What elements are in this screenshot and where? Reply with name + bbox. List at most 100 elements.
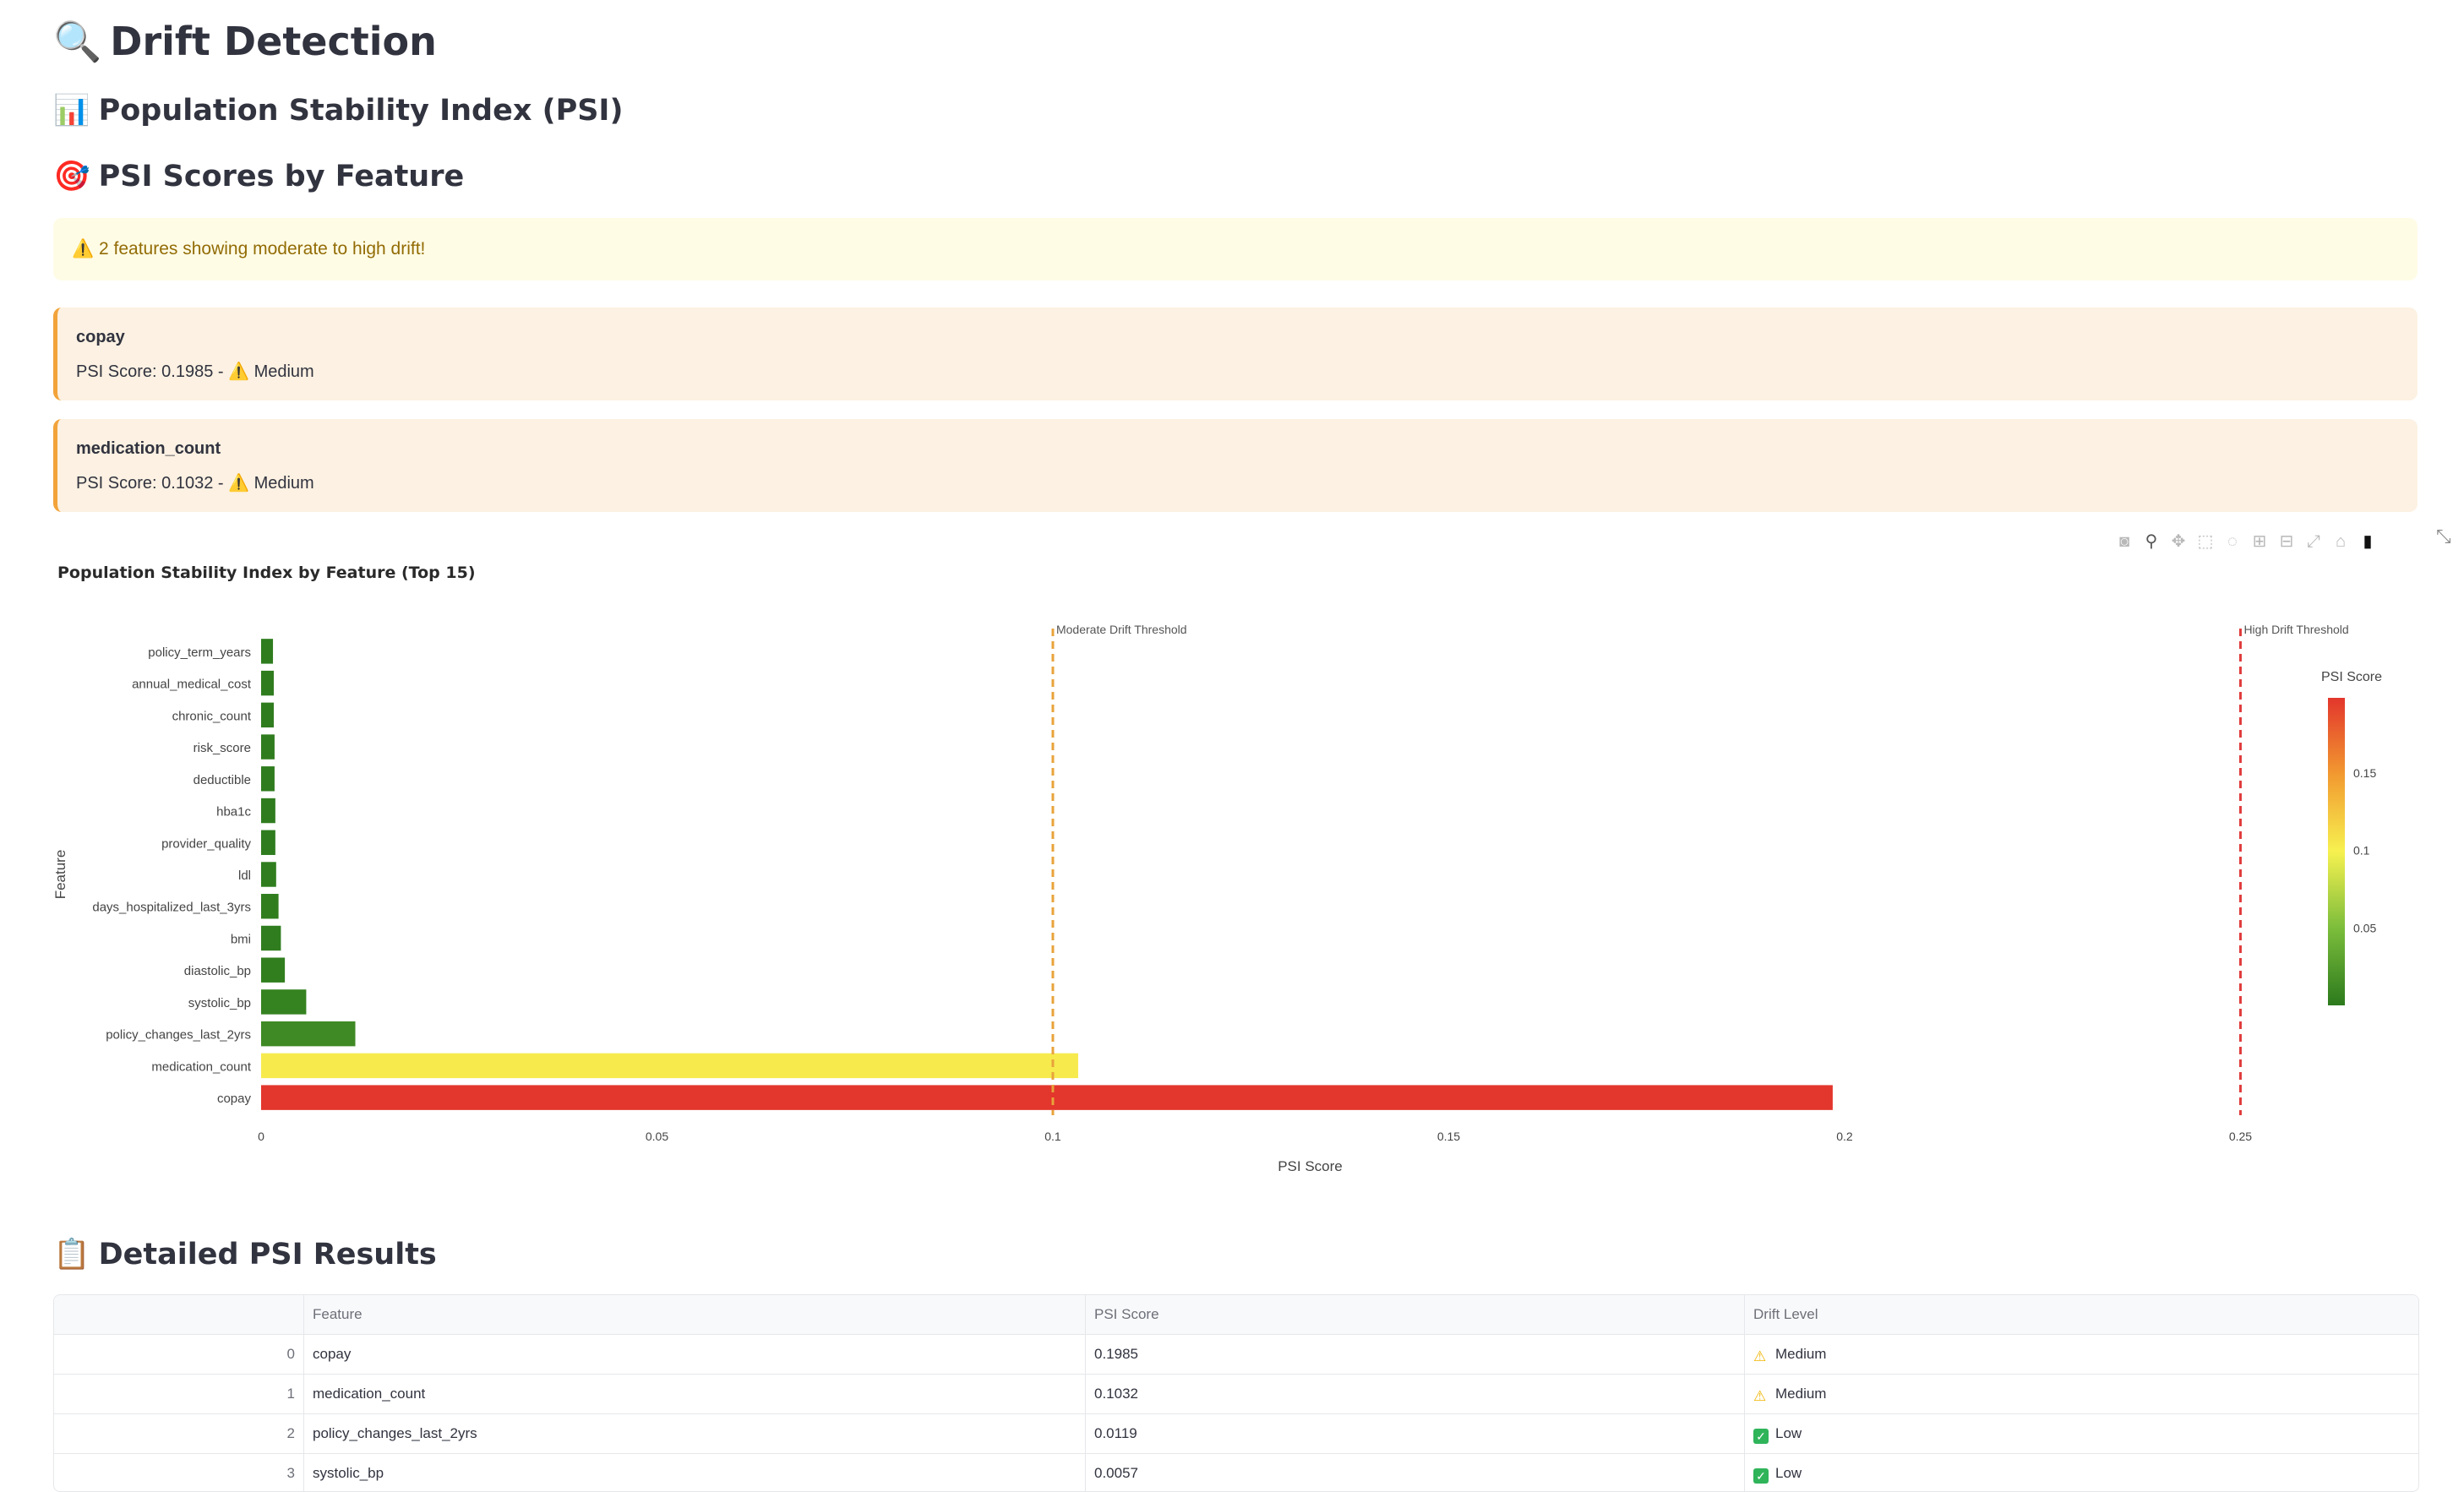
- y-tick-label: chronic_count: [172, 709, 252, 723]
- drift-card-feature: copay: [76, 328, 125, 346]
- bar-policy_term_years: [261, 639, 274, 664]
- column-header-feature[interactable]: Feature: [304, 1295, 1086, 1334]
- row-index: 3: [54, 1454, 304, 1491]
- reset-icon[interactable]: ⌂: [2331, 532, 2350, 551]
- bar-hba1c: [261, 798, 275, 824]
- colorbar-tick-label: 0.1: [2353, 844, 2370, 858]
- x-axis-title: PSI Score: [1278, 1158, 1343, 1174]
- colorbar: [2328, 698, 2345, 1005]
- chart-title: Population Stability Index by Feature (T…: [57, 564, 476, 582]
- x-tick-label: 0.1: [1044, 1130, 1061, 1143]
- y-tick-label: diastolic_bp: [184, 964, 251, 978]
- cell-feature: copay: [304, 1335, 1086, 1374]
- cell-psi-score: 0.1985: [1086, 1335, 1745, 1374]
- fullscreen-icon[interactable]: ⤡: [2436, 525, 2451, 547]
- y-tick-label: hba1c: [216, 805, 251, 820]
- warning-icon: ⚠: [1753, 1348, 1767, 1364]
- section-heading-psi: 📊 Population Stability Index (PSI): [53, 94, 624, 128]
- warning-icon: ⚠️: [228, 474, 250, 493]
- zoom-in-icon[interactable]: ⊞: [2250, 532, 2269, 551]
- x-tick-label: 0.15: [1437, 1130, 1460, 1143]
- cell-drift-level: ⚠ Medium: [1745, 1375, 2418, 1413]
- alert-text: 2 features showing moderate to high drif…: [99, 239, 426, 259]
- cell-drift-level: ⚠ Medium: [1745, 1335, 2418, 1374]
- x-tick-label: 0.25: [2229, 1130, 2252, 1143]
- row-index: 2: [54, 1414, 304, 1453]
- psi-results-table: Feature PSI Score Drift Level 0 copay 0.…: [53, 1294, 2419, 1492]
- zoom-icon[interactable]: ⚲: [2142, 532, 2161, 551]
- y-axis-title: Feature: [53, 850, 68, 900]
- drift-warning-alert: ⚠️ 2 features showing moderate to high d…: [53, 218, 2418, 280]
- x-tick-label: 0: [258, 1130, 264, 1143]
- cell-drift-level: ✓ Low: [1745, 1414, 2418, 1453]
- check-icon: ✓: [1753, 1429, 1769, 1444]
- bar-deductible: [261, 766, 275, 792]
- y-tick-label: annual_medical_cost: [132, 678, 252, 692]
- psi-bar-chart: Population Stability Index by Feature (T…: [52, 564, 2382, 1174]
- drift-card-score: PSI Score: 0.1032 - ⚠️ Medium: [76, 474, 314, 493]
- table-row[interactable]: 1 medication_count 0.1032 ⚠ Medium: [54, 1375, 2418, 1414]
- column-header-psi-score[interactable]: PSI Score: [1086, 1295, 1745, 1334]
- row-index: 1: [54, 1375, 304, 1413]
- threshold-label: High Drift Threshold: [2243, 623, 2348, 636]
- bar-risk_score: [261, 734, 275, 760]
- bar-systolic_bp: [261, 989, 307, 1015]
- y-tick-label: policy_term_years: [148, 645, 251, 660]
- bar-policy_changes_last_2yrs: [261, 1021, 356, 1047]
- bar-days_hospitalized_last_3yrs: [261, 894, 279, 919]
- section-heading-details: 📋 Detailed PSI Results: [53, 1238, 437, 1271]
- camera-icon[interactable]: ◙: [2115, 532, 2134, 551]
- target-icon: 🎯: [53, 160, 90, 193]
- zoom-out-icon[interactable]: ⊟: [2277, 532, 2296, 551]
- column-header-drift-level[interactable]: Drift Level: [1745, 1295, 2418, 1334]
- column-header-index[interactable]: [54, 1295, 304, 1334]
- drift-card-feature: medication_count: [76, 439, 221, 458]
- cell-psi-score: 0.0119: [1086, 1414, 1745, 1453]
- bar-ldl: [261, 862, 276, 887]
- table-row[interactable]: 0 copay 0.1985 ⚠ Medium: [54, 1335, 2418, 1375]
- y-tick-label: bmi: [231, 932, 251, 946]
- cell-psi-score: 0.1032: [1086, 1375, 1745, 1413]
- plotly-logo-icon[interactable]: ▮: [2358, 532, 2377, 551]
- y-tick-label: policy_changes_last_2yrs: [106, 1028, 251, 1043]
- drift-card-copay: copay PSI Score: 0.1985 - ⚠️ Medium: [53, 308, 2418, 400]
- bar-provider_quality: [261, 830, 275, 855]
- psi-chart: Population Stability Index by Feature (T…: [52, 549, 2453, 1195]
- box-select-icon[interactable]: ⬚: [2196, 532, 2215, 551]
- bar-chronic_count: [261, 702, 274, 728]
- y-tick-label: provider_quality: [161, 836, 251, 851]
- y-tick-label: copay: [217, 1092, 252, 1106]
- x-tick-label: 0.2: [1836, 1130, 1853, 1143]
- lasso-icon[interactable]: ◌: [2223, 532, 2242, 551]
- bar-copay: [261, 1085, 1833, 1110]
- chart-modebar: ◙ ⚲ ✥ ⬚ ◌ ⊞ ⊟ ⤢ ⌂ ▮: [2115, 532, 2377, 551]
- colorbar-tick-label: 0.05: [2353, 921, 2376, 934]
- drift-card-score: PSI Score: 0.1985 - ⚠️ Medium: [76, 362, 314, 381]
- drift-card-medication-count: medication_count PSI Score: 0.1032 - ⚠️ …: [53, 419, 2418, 512]
- clipboard-icon: 📋: [53, 1238, 90, 1271]
- warning-icon: ⚠️: [72, 239, 95, 259]
- cell-drift-level: ✓ Low: [1745, 1454, 2418, 1491]
- y-tick-label: deductible: [194, 773, 251, 787]
- bar-medication_count: [261, 1053, 1078, 1079]
- colorbar-title: PSI Score: [2321, 670, 2382, 684]
- page-title: 🔍 Drift Detection: [53, 19, 437, 64]
- cell-feature: systolic_bp: [304, 1454, 1086, 1491]
- section-heading-scores: 🎯 PSI Scores by Feature: [53, 160, 465, 193]
- bar-chart-icon: 📊: [53, 94, 90, 128]
- table-row[interactable]: 2 policy_changes_last_2yrs 0.0119 ✓ Low: [54, 1414, 2418, 1454]
- check-icon: ✓: [1753, 1468, 1769, 1484]
- threshold-label: Moderate Drift Threshold: [1056, 623, 1187, 636]
- bar-bmi: [261, 925, 281, 951]
- pan-icon[interactable]: ✥: [2169, 532, 2188, 551]
- y-tick-label: systolic_bp: [188, 996, 251, 1010]
- warning-icon: ⚠: [1753, 1388, 1767, 1404]
- y-tick-label: days_hospitalized_last_3yrs: [92, 901, 251, 915]
- magnifier-icon: 🔍: [53, 19, 102, 64]
- y-tick-label: risk_score: [194, 741, 251, 755]
- autoscale-icon[interactable]: ⤢: [2304, 532, 2323, 551]
- cell-psi-score: 0.0057: [1086, 1454, 1745, 1491]
- y-tick-label: ldl: [238, 869, 251, 883]
- bar-annual_medical_cost: [261, 670, 274, 696]
- table-row[interactable]: 3 systolic_bp 0.0057 ✓ Low: [54, 1454, 2418, 1491]
